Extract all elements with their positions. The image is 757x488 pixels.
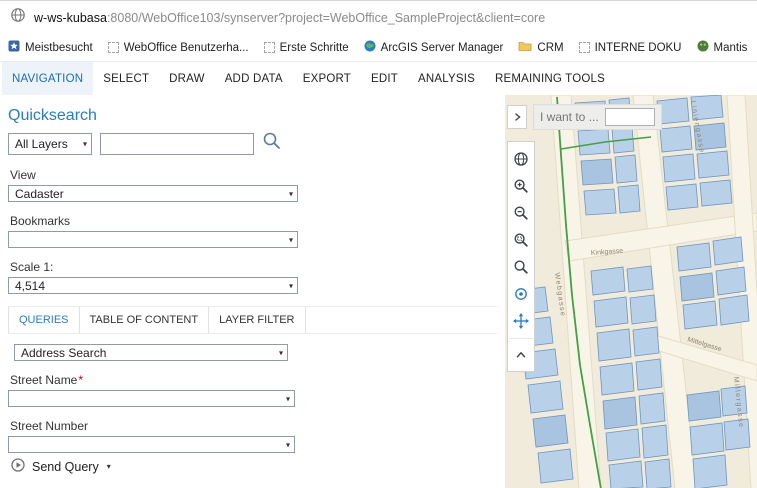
- tab-draw[interactable]: DRAW: [159, 62, 215, 95]
- map-graphic: Kinkgasse Mittelgasse Webgasse Millergas…: [505, 95, 757, 488]
- subtab-layer-filter[interactable]: LAYER FILTER: [209, 307, 305, 333]
- url-path: :8080/WebOffice103/synserver?project=Web…: [107, 11, 545, 25]
- street-name-select[interactable]: ▾: [8, 390, 295, 407]
- default-favicon: [108, 42, 119, 53]
- bookmark-label: WebOffice Benutzerha...: [124, 42, 249, 54]
- i-want-to-label: I want to ...: [540, 110, 599, 124]
- collapse-up-icon: [514, 348, 528, 362]
- zoom-out-tool[interactable]: [509, 199, 533, 226]
- default-favicon: [579, 42, 590, 53]
- bookmark-arcgis-server-manager[interactable]: ArcGIS Server Manager: [364, 40, 504, 55]
- i-want-to-widget[interactable]: I want to ...: [533, 104, 662, 130]
- i-want-to-input[interactable]: [605, 108, 655, 126]
- bookmark-weboffice-benutzerhandbuch[interactable]: WebOffice Benutzerha...: [108, 42, 249, 54]
- scale-select[interactable]: 4,514 ▾: [8, 277, 298, 294]
- site-identity-globe-icon[interactable]: [10, 7, 26, 28]
- layer-select-value: All Layers: [15, 137, 68, 151]
- bookmark-meistbesucht[interactable]: Meistbesucht: [8, 40, 93, 55]
- send-query-icon: [10, 457, 26, 476]
- subtab-queries[interactable]: QUERIES: [8, 307, 80, 333]
- zoom-extent-tool[interactable]: [509, 253, 533, 280]
- view-select-value: Cadaster: [15, 187, 64, 201]
- zoom-in-icon: [513, 178, 529, 194]
- chevron-down-icon: ▾: [289, 235, 293, 244]
- ribbon-tab-bar: NAVIGATION SELECT DRAW ADD DATA EXPORT E…: [0, 62, 757, 96]
- tab-add-data[interactable]: ADD DATA: [215, 62, 293, 95]
- tab-select[interactable]: SELECT: [93, 62, 159, 95]
- street-number-select[interactable]: ▾: [8, 436, 295, 453]
- query-select[interactable]: Address Search ▾: [14, 344, 288, 361]
- overview-globe-icon: [513, 151, 529, 167]
- bookmark-erste-schritte[interactable]: Erste Schritte: [264, 42, 349, 54]
- bookmark-label: ArcGIS Server Manager: [381, 42, 504, 54]
- chevron-down-icon: ▾: [107, 462, 111, 471]
- query-select-value: Address Search: [21, 346, 106, 360]
- send-query-button[interactable]: Send Query ▾: [8, 453, 497, 480]
- street-name-label: Street Name*: [10, 373, 497, 387]
- toolbar-collapse-button[interactable]: [509, 338, 533, 368]
- bookmark-label: INTERNE DOKU: [595, 42, 682, 54]
- tab-remaining-tools[interactable]: REMAINING TOOLS: [485, 62, 615, 95]
- zoom-extent-icon: [513, 259, 529, 275]
- pan-tool[interactable]: [509, 307, 533, 334]
- send-query-label: Send Query: [32, 460, 99, 474]
- search-icon[interactable]: [262, 131, 282, 156]
- zoom-window-icon: [513, 232, 529, 248]
- required-marker: *: [78, 373, 83, 387]
- map-toolbar: [507, 141, 535, 372]
- overview-tool[interactable]: [509, 145, 533, 172]
- content-area: Quicksearch All Layers ▾ View Cadaster ▾…: [0, 95, 757, 488]
- url-host: w-ws-kubasa: [34, 11, 107, 25]
- center-marker-tool[interactable]: [509, 280, 533, 307]
- chevron-down-icon: ▾: [289, 281, 293, 290]
- url-text[interactable]: w-ws-kubasa:8080/WebOffice103/synserver?…: [34, 11, 545, 25]
- address-bar: w-ws-kubasa:8080/WebOffice103/synserver?…: [0, 1, 757, 34]
- mantis-icon: [697, 40, 709, 55]
- zoom-window-tool[interactable]: [509, 226, 533, 253]
- panel-collapse-button[interactable]: [507, 105, 527, 129]
- zoom-in-tool[interactable]: [509, 172, 533, 199]
- chevron-down-icon: ▾: [289, 189, 293, 198]
- default-favicon: [264, 42, 275, 53]
- bookmark-label: Mantis: [714, 42, 748, 54]
- quicksearch-title: Quicksearch: [8, 107, 497, 125]
- browser-window: { "browser": { "url_host": "w-ws-kubasa"…: [0, 0, 757, 488]
- bookmark-label: CRM: [537, 42, 563, 54]
- bookmark-crm[interactable]: CRM: [518, 40, 563, 55]
- chevron-down-icon: ▾: [83, 139, 87, 148]
- star-folder-icon: [8, 40, 20, 55]
- tab-edit[interactable]: EDIT: [361, 62, 408, 95]
- bookmark-label: Meistbesucht: [25, 42, 93, 54]
- navigation-panel: Quicksearch All Layers ▾ View Cadaster ▾…: [0, 95, 505, 488]
- map-canvas[interactable]: Kinkgasse Mittelgasse Webgasse Millergas…: [505, 95, 757, 488]
- street-number-label: Street Number: [10, 419, 497, 433]
- panel-subtabs: QUERIES TABLE OF CONTENT LAYER FILTER: [8, 306, 497, 334]
- layer-select[interactable]: All Layers ▾: [8, 133, 92, 155]
- globe-icon: [364, 40, 376, 55]
- view-label: View: [10, 168, 497, 182]
- bookmark-interne-doku[interactable]: INTERNE DOKU: [579, 42, 682, 54]
- tab-export[interactable]: EXPORT: [293, 62, 361, 95]
- chevron-down-icon: ▾: [286, 440, 290, 449]
- chevron-down-icon: ▾: [279, 348, 283, 357]
- tab-analysis[interactable]: ANALYSIS: [408, 62, 485, 95]
- bookmarks-select[interactable]: ▾: [8, 231, 298, 248]
- bookmarks-bar: Meistbesucht WebOffice Benutzerha... Ers…: [0, 34, 757, 62]
- chevron-down-icon: ▾: [286, 394, 290, 403]
- chevron-right-icon: [511, 111, 523, 123]
- view-select[interactable]: Cadaster ▾: [8, 185, 298, 202]
- bookmarks-label: Bookmarks: [10, 214, 497, 228]
- bookmark-label: Erste Schritte: [280, 42, 349, 54]
- bookmark-mantis[interactable]: Mantis: [697, 40, 748, 55]
- center-marker-icon: [513, 286, 529, 302]
- tab-navigation[interactable]: NAVIGATION: [2, 62, 93, 95]
- scale-select-value: 4,514: [15, 279, 45, 293]
- folder-icon: [518, 40, 532, 55]
- quicksearch-input[interactable]: [100, 133, 254, 155]
- zoom-out-icon: [513, 205, 529, 221]
- scale-label: Scale 1:: [10, 260, 497, 274]
- subtab-table-of-content[interactable]: TABLE OF CONTENT: [80, 307, 210, 333]
- pan-icon: [513, 313, 529, 329]
- quicksearch-row: All Layers ▾: [8, 131, 497, 156]
